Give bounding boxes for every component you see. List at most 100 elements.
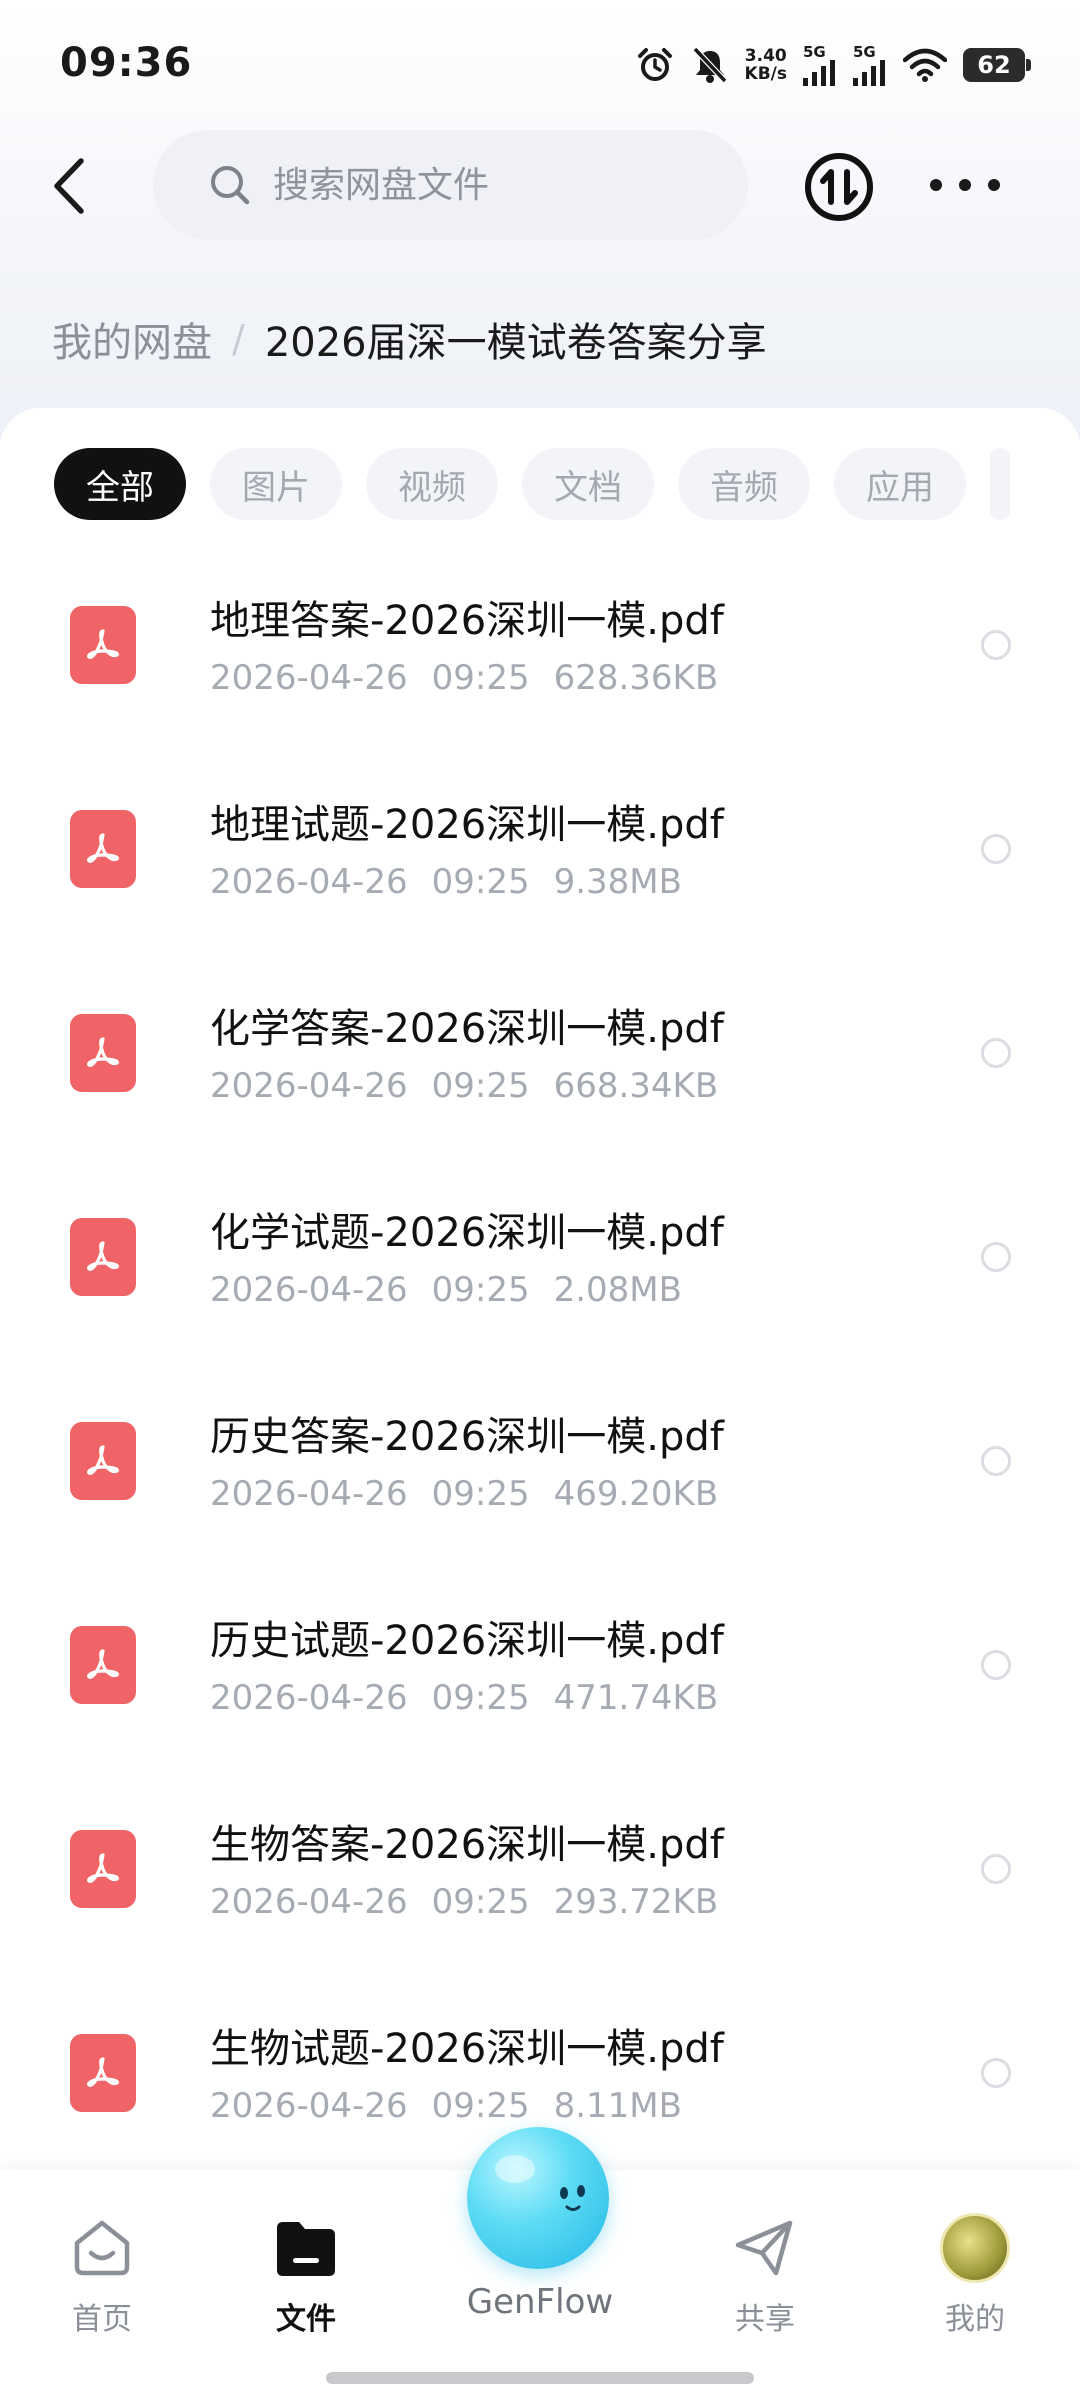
select-checkbox[interactable] <box>981 2058 1011 2088</box>
file-date: 2026-04-26 <box>210 1678 408 1718</box>
file-size: 9.38MB <box>553 862 682 902</box>
file-meta: 2026-04-26 09:25 293.72KB <box>210 1882 742 1922</box>
file-date: 2026-04-26 <box>210 658 408 698</box>
file-name: 历史答案-2026深圳一模.pdf <box>210 1414 724 1460</box>
mute-bell-icon <box>692 46 727 84</box>
pdf-file-icon <box>70 810 136 888</box>
pdf-file-icon <box>70 606 136 684</box>
file-name: 地理试题-2026深圳一模.pdf <box>210 802 724 848</box>
tab-apps[interactable]: 应用 <box>834 448 966 520</box>
file-date: 2026-04-26 <box>210 1066 408 1106</box>
select-checkbox[interactable] <box>981 834 1011 864</box>
breadcrumb-root[interactable]: 我的网盘 <box>52 310 212 368</box>
file-meta: 2026-04-26 09:25 469.20KB <box>210 1474 742 1514</box>
network-speed-value: 3.40 <box>744 46 787 66</box>
nav-share[interactable]: 共享 <box>695 2208 835 2338</box>
file-row[interactable]: 历史答案-2026深圳一模.pdf 2026-04-26 09:25 469.20KB <box>0 1374 1080 1578</box>
signal-bars-icon <box>803 59 835 86</box>
select-checkbox[interactable] <box>981 1854 1011 1884</box>
file-meta: 2026-04-26 09:25 8.11MB <box>210 2086 706 2126</box>
acrobat-icon <box>87 629 119 659</box>
file-row[interactable]: 历史试题-2026深圳一模.pdf 2026-04-26 09:25 471.74KB <box>0 1578 1080 1782</box>
nav-home-label: 首页 <box>72 2302 132 2337</box>
file-size: 471.74KB <box>553 1678 719 1718</box>
genflow-face-icon <box>495 2155 585 2211</box>
genflow-label: GenFlow <box>466 2282 614 2322</box>
transfer-button[interactable] <box>802 150 876 224</box>
network-speed: 3.40 KB/s <box>745 47 787 83</box>
file-size: 469.20KB <box>553 1474 719 1514</box>
file-date: 2026-04-26 <box>210 1270 408 1310</box>
pdf-file-icon <box>70 1218 136 1296</box>
file-panel: 全部 图片 视频 文档 音频 应用 地理答案-2026深圳一模.pdf 2026-… <box>0 408 1080 2178</box>
home-indicator[interactable] <box>326 2372 754 2384</box>
file-time: 09:25 <box>431 1882 530 1922</box>
status-time: 09:36 <box>60 40 193 86</box>
search-bar[interactable] <box>153 130 748 240</box>
select-checkbox[interactable] <box>981 1242 1011 1272</box>
file-time: 09:25 <box>431 2086 530 2126</box>
file-size: 668.34KB <box>553 1066 719 1106</box>
more-dot-icon <box>988 179 1000 191</box>
pdf-file-icon <box>70 2034 136 2112</box>
file-name: 历史试题-2026深圳一模.pdf <box>210 1618 724 1664</box>
avatar <box>940 2213 1010 2283</box>
file-time: 09:25 <box>431 1678 530 1718</box>
file-row[interactable]: 地理答案-2026深圳一模.pdf 2026-04-26 09:25 628.36KB <box>0 558 1080 762</box>
select-checkbox[interactable] <box>981 1446 1011 1476</box>
tab-all[interactable]: 全部 <box>54 448 186 520</box>
transfer-arrows-icon <box>805 153 873 221</box>
search-icon <box>211 166 250 205</box>
file-date: 2026-04-26 <box>210 1882 408 1922</box>
file-row[interactable]: 化学试题-2026深圳一模.pdf 2026-04-26 09:25 2.08MB <box>0 1170 1080 1374</box>
nav-mine[interactable]: 我的 <box>905 2208 1045 2338</box>
home-icon <box>74 2220 130 2276</box>
tab-audio[interactable]: 音频 <box>678 448 810 520</box>
genflow-button[interactable] <box>467 2127 609 2269</box>
breadcrumb-separator: / <box>232 317 245 361</box>
acrobat-icon <box>87 1241 119 1271</box>
file-time: 09:25 <box>431 862 530 902</box>
tab-documents[interactable]: 文档 <box>522 448 654 520</box>
battery-indicator: 62 <box>963 48 1031 82</box>
file-time: 09:25 <box>431 1270 530 1310</box>
file-meta: 2026-04-26 09:25 471.74KB <box>210 1678 742 1718</box>
file-name: 化学试题-2026深圳一模.pdf <box>210 1210 724 1256</box>
back-button[interactable] <box>38 150 98 222</box>
sim1-label: 5G <box>803 42 826 61</box>
file-name: 生物答案-2026深圳一模.pdf <box>210 1822 724 1868</box>
select-checkbox[interactable] <box>981 630 1011 660</box>
more-dot-icon <box>959 179 971 191</box>
acrobat-icon <box>87 833 119 863</box>
more-options-button[interactable] <box>930 160 1000 210</box>
file-meta: 2026-04-26 09:25 2.08MB <box>210 1270 706 1310</box>
file-row[interactable]: 生物答案-2026深圳一模.pdf 2026-04-26 09:25 293.72KB <box>0 1782 1080 1986</box>
tab-images[interactable]: 图片 <box>210 448 342 520</box>
search-input[interactable] <box>271 163 715 207</box>
chevron-left-icon <box>54 158 84 214</box>
acrobat-icon <box>87 1853 119 1883</box>
folder-icon <box>277 2222 335 2276</box>
status-bar: 09:36 3.40 KB/s 5G 5G 62 <box>0 0 1080 130</box>
file-size: 2.08MB <box>553 1270 682 1310</box>
nav-mine-label: 我的 <box>945 2302 1005 2337</box>
file-meta: 2026-04-26 09:25 628.36KB <box>210 658 742 698</box>
pdf-file-icon <box>70 1830 136 1908</box>
file-time: 09:25 <box>431 1066 530 1106</box>
breadcrumb: 我的网盘 / 2026届深一模试卷答案分享 <box>52 310 767 368</box>
nav-files[interactable]: 文件 <box>236 2208 376 2338</box>
file-time: 09:25 <box>431 658 530 698</box>
select-checkbox[interactable] <box>981 1038 1011 1068</box>
acrobat-icon <box>87 2057 119 2087</box>
wifi-icon <box>903 48 947 82</box>
file-row[interactable]: 地理试题-2026深圳一模.pdf 2026-04-26 09:25 9.38MB <box>0 762 1080 966</box>
nav-home[interactable]: 首页 <box>32 2208 172 2338</box>
nav-files-label: 文件 <box>276 2302 336 2337</box>
file-meta: 2026-04-26 09:25 668.34KB <box>210 1066 742 1106</box>
select-checkbox[interactable] <box>981 1650 1011 1680</box>
tab-videos[interactable]: 视频 <box>366 448 498 520</box>
signal-sim1: 5G <box>803 42 837 86</box>
tab-overflow[interactable] <box>990 448 1010 520</box>
more-dot-icon <box>930 179 942 191</box>
file-row[interactable]: 化学答案-2026深圳一模.pdf 2026-04-26 09:25 668.34KB <box>0 966 1080 1170</box>
